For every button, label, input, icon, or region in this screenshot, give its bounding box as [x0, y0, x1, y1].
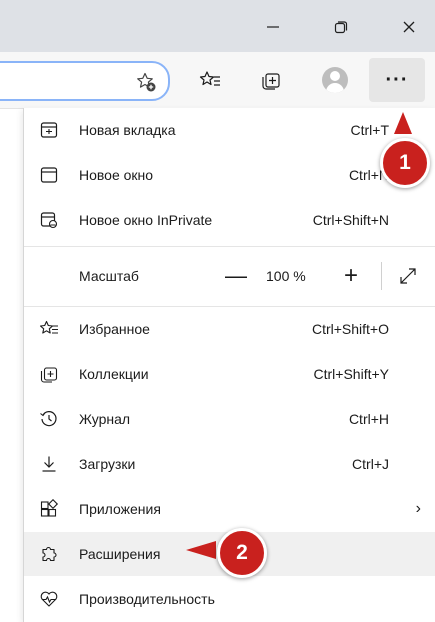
- menu-item-new-tab[interactable]: Новая вкладка Ctrl+T: [24, 108, 435, 152]
- menu-item-history[interactable]: Журнал Ctrl+H: [24, 397, 435, 441]
- menu-item-new-inprivate[interactable]: Новое окно InPrivate Ctrl+Shift+N: [24, 198, 435, 242]
- more-icon: ···: [385, 68, 409, 91]
- history-icon: [38, 408, 60, 430]
- zoom-value: 100 %: [266, 268, 306, 284]
- downloads-label: Загрузки: [79, 456, 136, 472]
- fullscreen-button[interactable]: [395, 264, 421, 288]
- zoom-label: Масштаб: [79, 268, 139, 284]
- extensions-label: Расширения: [79, 546, 161, 562]
- fullscreen-icon: [400, 268, 416, 284]
- extensions-icon: [38, 543, 60, 565]
- restore-icon: [334, 21, 348, 34]
- new-tab-icon: [38, 119, 60, 141]
- callout-badge-2: 2: [217, 528, 267, 578]
- menu-item-zoom: Масштаб — 100 % +: [24, 254, 435, 298]
- minimize-icon: [267, 26, 279, 28]
- inprivate-shortcut: Ctrl+Shift+N: [312, 212, 389, 228]
- favorites-button[interactable]: [193, 64, 227, 96]
- menu-item-favorites[interactable]: Избранное Ctrl+Shift+O: [24, 307, 435, 351]
- inprivate-label: Новое окно InPrivate: [79, 212, 213, 228]
- zoom-out-button[interactable]: —: [221, 254, 251, 298]
- menu-item-performance[interactable]: Производительность: [24, 577, 435, 621]
- collections-icon: [262, 73, 280, 90]
- address-bar[interactable]: [0, 61, 170, 101]
- callout-arrow-1: [394, 112, 412, 134]
- new-tab-label: Новая вкладка: [79, 122, 176, 138]
- performance-label: Производительность: [79, 591, 215, 607]
- history-label: Журнал: [79, 411, 131, 427]
- callout-arrow-2: [186, 541, 216, 559]
- collections-button[interactable]: [254, 64, 288, 96]
- apps-label: Приложения: [79, 501, 161, 517]
- title-bar: [0, 0, 435, 52]
- collections-label: Коллекции: [79, 366, 149, 382]
- menu-item-apps[interactable]: Приложения ›: [24, 487, 435, 531]
- performance-icon: [38, 588, 60, 610]
- menu-item-new-window[interactable]: Новое окно Ctrl+N: [24, 153, 435, 197]
- zoom-in-button[interactable]: +: [336, 254, 366, 298]
- close-button[interactable]: [386, 10, 432, 44]
- menu-item-collections[interactable]: Коллекции Ctrl+Shift+Y: [24, 352, 435, 396]
- new-tab-shortcut: Ctrl+T: [350, 122, 390, 138]
- chevron-right-icon: ›: [415, 500, 421, 517]
- profile-avatar: [322, 67, 348, 93]
- favorites-icon: [199, 71, 220, 86]
- callout-badge-1: 1: [380, 138, 430, 188]
- close-icon: [403, 21, 415, 33]
- profile-button[interactable]: [318, 64, 352, 96]
- browser-toolbar: ···: [0, 52, 435, 109]
- download-icon: [38, 453, 60, 475]
- favorites-label: Избранное: [79, 321, 150, 337]
- menu-item-downloads[interactable]: Загрузки Ctrl+J: [24, 442, 435, 486]
- star-add-icon: [137, 72, 156, 92]
- menu-divider: [24, 246, 435, 247]
- zoom-divider: [381, 262, 382, 290]
- collections-menu-icon: [38, 363, 60, 385]
- favorites-menu-icon: [38, 318, 60, 340]
- history-shortcut: Ctrl+H: [348, 411, 389, 427]
- favorites-shortcut: Ctrl+Shift+O: [311, 321, 389, 337]
- settings-and-more-button[interactable]: ···: [369, 58, 425, 102]
- new-window-label: Новое окно: [79, 167, 154, 183]
- add-favorite-button[interactable]: [134, 70, 158, 94]
- collections-shortcut: Ctrl+Shift+Y: [313, 366, 389, 382]
- downloads-shortcut: Ctrl+J: [352, 456, 389, 472]
- new-window-icon: [38, 164, 60, 186]
- minimize-button[interactable]: [250, 10, 296, 44]
- apps-icon: [38, 498, 60, 520]
- restore-button[interactable]: [318, 10, 364, 44]
- inprivate-icon: [38, 209, 60, 231]
